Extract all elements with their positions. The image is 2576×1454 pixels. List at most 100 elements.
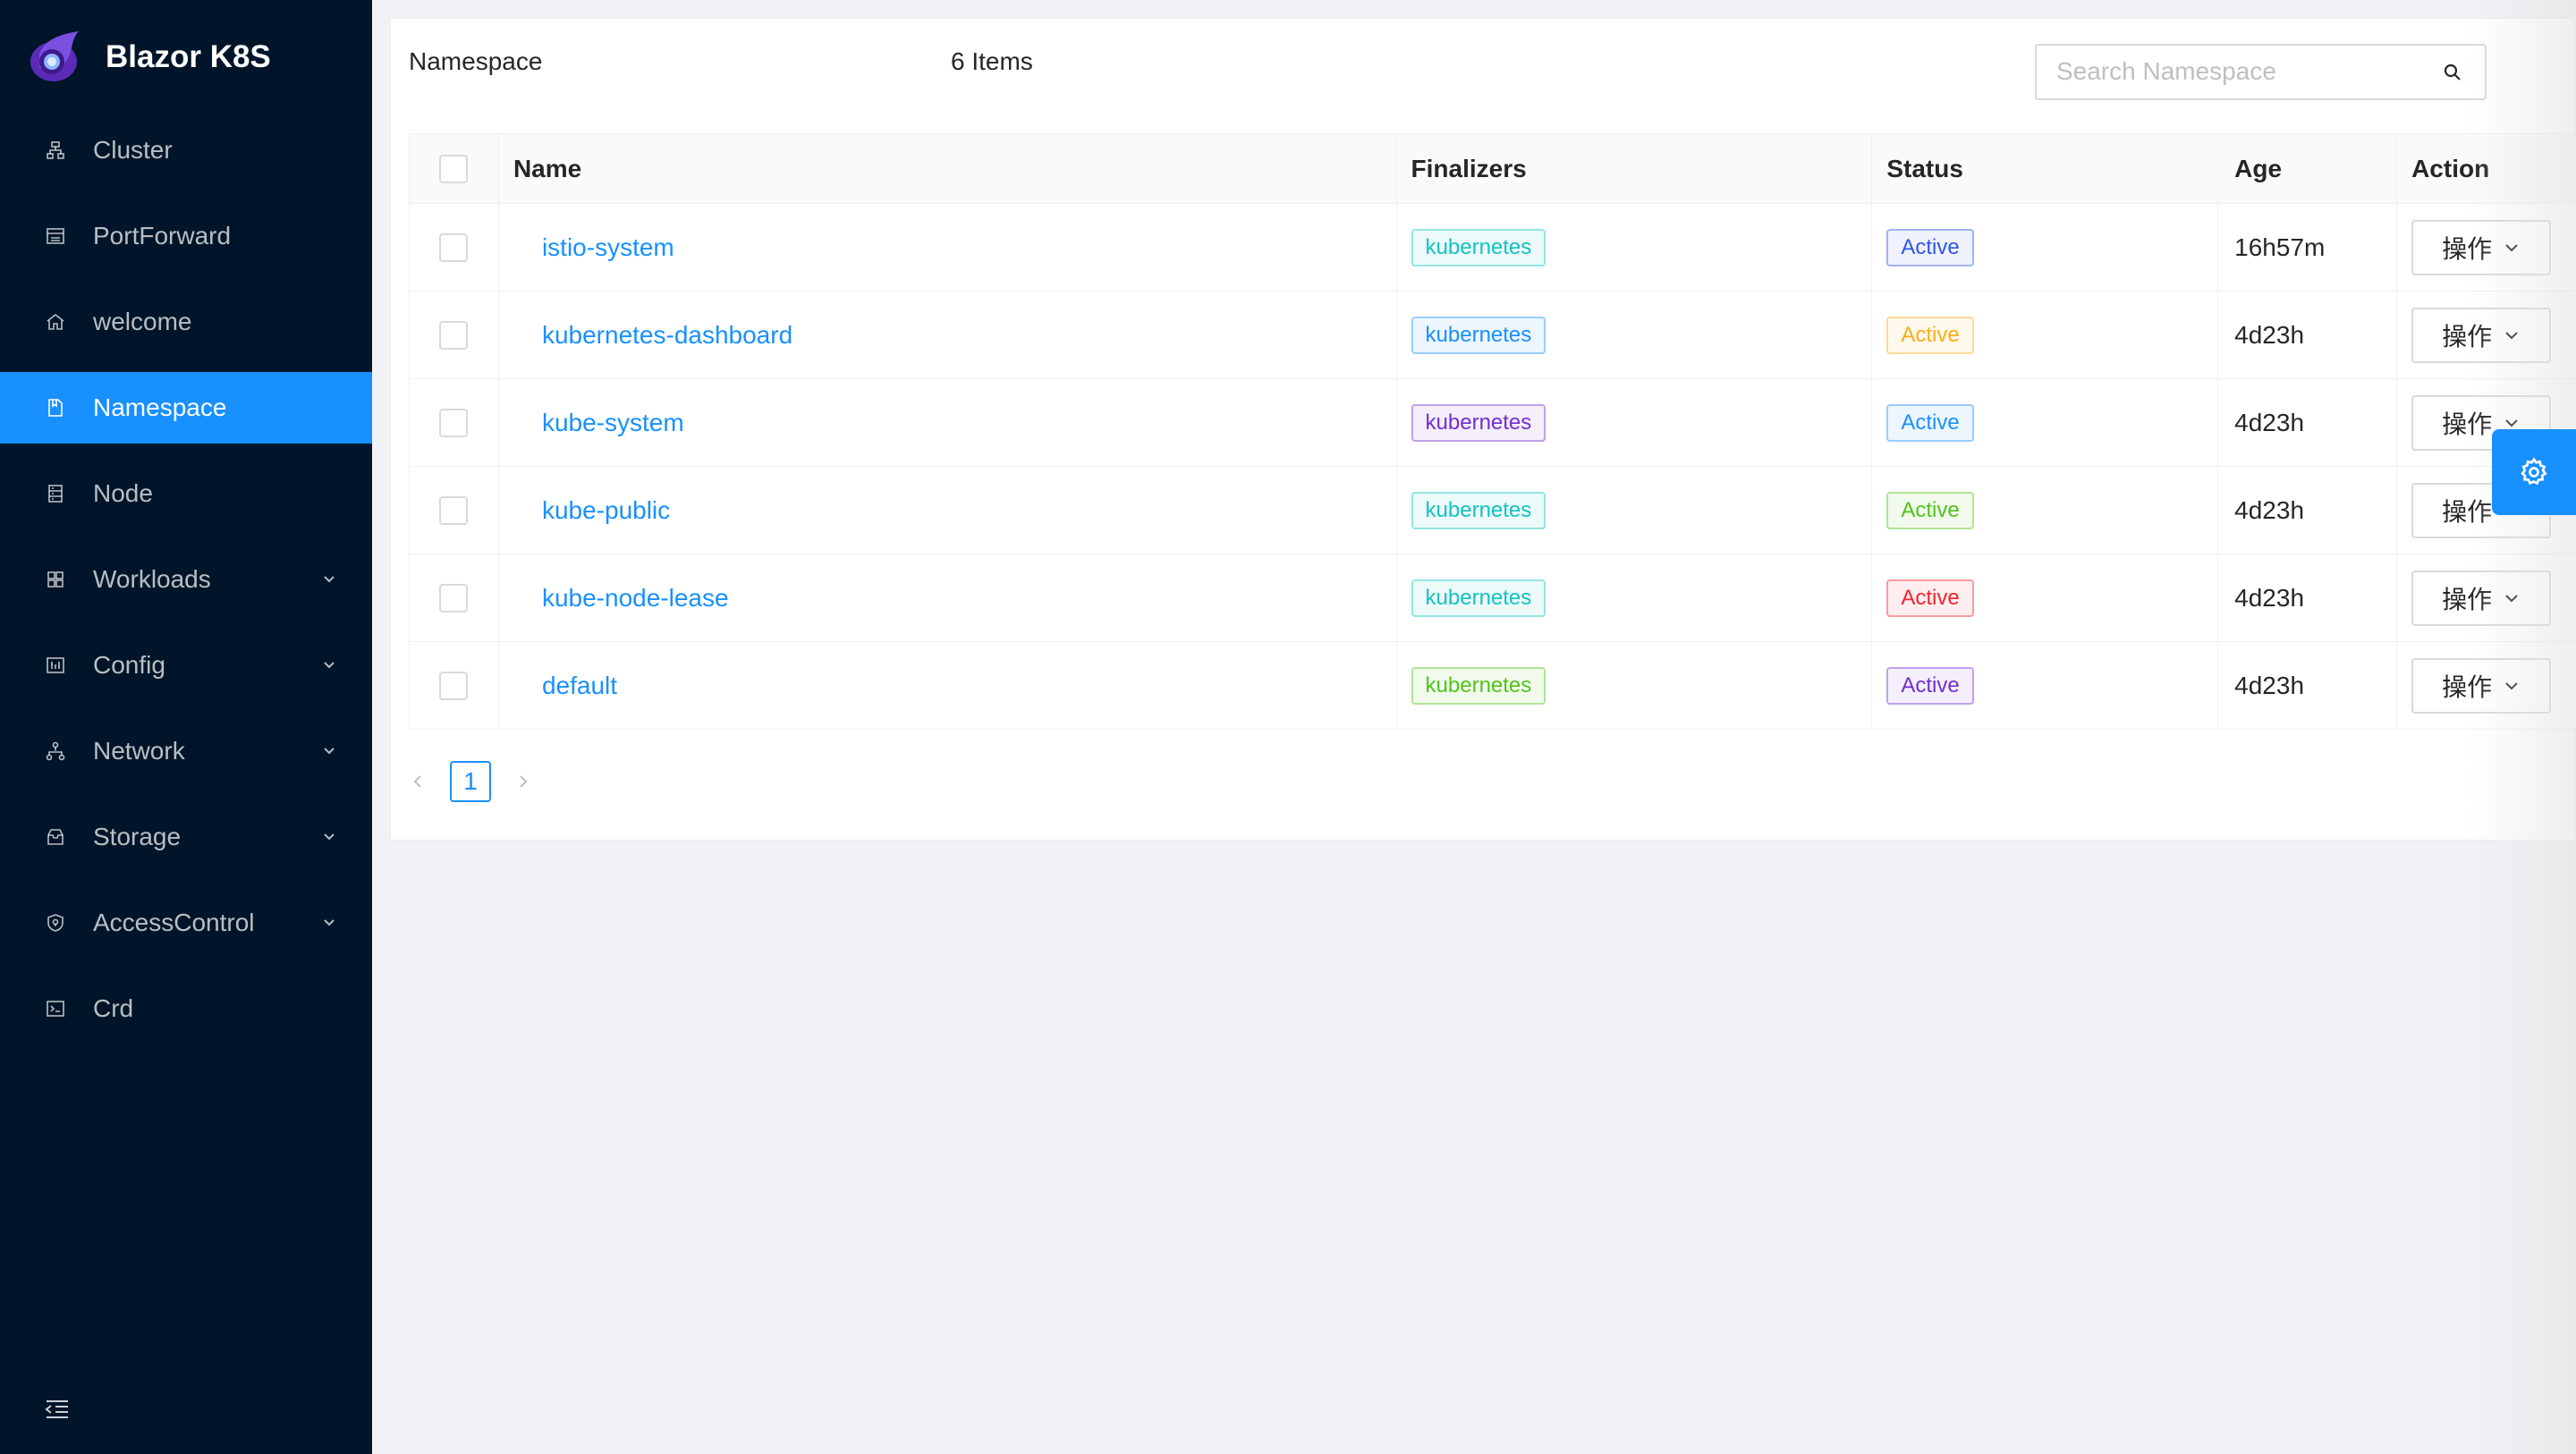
finalizer-tag: kubernetes (1411, 579, 1546, 617)
namespace-name-link[interactable]: kubernetes-dashboard (542, 321, 792, 350)
table-row: kubernetes-dashboard kubernetes Active 4… (410, 292, 2576, 379)
row-checkbox[interactable] (439, 232, 469, 262)
sidebar-item-workloads[interactable]: Workloads (0, 544, 372, 615)
action-label: 操作 (2442, 497, 2493, 526)
age-value: 4d23h (2218, 642, 2398, 729)
row-checkbox[interactable] (439, 671, 469, 700)
sidebar-item-label: Node (93, 479, 153, 507)
action-label: 操作 (2442, 234, 2493, 263)
settings-button[interactable] (2492, 429, 2576, 515)
row-checkbox[interactable] (439, 320, 469, 350)
storage-icon (45, 826, 66, 848)
app-logo[interactable]: Blazor K8S (27, 27, 271, 88)
chevron-down-icon (324, 748, 335, 755)
sidebar-item-node[interactable]: Node (0, 458, 372, 529)
namespace-table: Name Finalizers Status Age Action istio-… (409, 133, 2576, 730)
namespace-name-link[interactable]: kube-public (542, 496, 670, 525)
action-dropdown-button[interactable]: 操作 (2411, 219, 2552, 275)
action-dropdown-button[interactable]: 操作 (2411, 570, 2552, 626)
chevron-down-icon (324, 576, 335, 583)
sidebar-item-portforward[interactable]: PortForward (0, 200, 372, 272)
table-row: default kubernetes Active 4d23h 操作 (410, 642, 2576, 730)
status-badge: Active (1886, 403, 1974, 442)
search-icon[interactable] (2442, 62, 2463, 83)
row-checkbox[interactable] (439, 408, 469, 437)
namespace-name-link[interactable]: istio-system (542, 233, 674, 262)
table-row: kube-node-lease kubernetes Active 4d23h … (410, 554, 2576, 642)
chevron-down-icon (324, 662, 335, 669)
chevron-down-icon (2505, 331, 2518, 339)
table-row: kube-system kubernetes Active 4d23h 操作 (410, 379, 2576, 467)
status-badge: Active (1886, 491, 1974, 529)
app-title: Blazor K8S (106, 39, 271, 74)
namespace-icon (45, 397, 66, 418)
sidebar-item-accesscontrol[interactable]: AccessControl (0, 887, 372, 959)
node-icon (45, 483, 66, 504)
access-control-icon (45, 912, 66, 934)
config-icon (45, 655, 66, 676)
action-dropdown-button[interactable]: 操作 (2411, 307, 2552, 363)
chevron-down-icon (2505, 594, 2518, 602)
sidebar-item-label: Config (93, 651, 165, 679)
sidebar-item-label: Storage (93, 823, 182, 850)
sidebar-item-label: AccessControl (93, 909, 255, 936)
age-value: 4d23h (2218, 554, 2398, 641)
action-label: 操作 (2442, 322, 2493, 351)
column-header-age[interactable]: Age (2218, 134, 2398, 203)
sidebar-item-label: welcome (93, 308, 192, 335)
sidebar-item-welcome[interactable]: welcome (0, 286, 372, 358)
namespace-panel: Namespace 6 Items Name Finalizers Status… (390, 18, 2576, 841)
age-value: 4d23h (2218, 292, 2398, 378)
search-input[interactable] (2037, 46, 2421, 97)
sidebar-item-label: Crd (93, 994, 134, 1022)
sidebar-item-config[interactable]: Config (0, 630, 372, 701)
chevron-right-icon[interactable] (514, 773, 532, 790)
row-checkbox[interactable] (439, 583, 469, 613)
column-header-name[interactable]: Name (499, 134, 1397, 203)
home-icon (45, 311, 66, 333)
status-badge: Active (1886, 666, 1974, 705)
age-value: 16h57m (2218, 204, 2398, 291)
finalizer-tag: kubernetes (1411, 403, 1546, 442)
chevron-down-icon (324, 919, 335, 926)
column-header-finalizers[interactable]: Finalizers (1397, 134, 1873, 203)
sidebar-item-label: Namespace (93, 393, 227, 421)
chevron-left-icon[interactable] (409, 773, 427, 790)
age-value: 4d23h (2218, 379, 2398, 466)
sidebar-item-network[interactable]: Network (0, 715, 372, 787)
workloads-icon (45, 569, 66, 590)
status-badge: Active (1886, 316, 1974, 354)
namespace-name-link[interactable]: kube-node-lease (542, 584, 729, 613)
search-box (2035, 44, 2487, 100)
row-checkbox[interactable] (439, 495, 469, 525)
sidebar: Blazor K8S Cluster PortForward welcome N… (0, 0, 372, 1454)
column-header-status[interactable]: Status (1872, 134, 2219, 203)
select-all-checkbox[interactable] (439, 154, 469, 183)
namespace-name-link[interactable]: default (542, 672, 617, 700)
table-row: kube-public kubernetes Active 4d23h 操作 (410, 467, 2576, 554)
finalizer-tag: kubernetes (1411, 228, 1546, 266)
namespace-name-link[interactable]: kube-system (542, 409, 684, 437)
sidebar-item-cluster[interactable]: Cluster (0, 114, 372, 186)
status-badge: Active (1886, 228, 1974, 266)
finalizer-tag: kubernetes (1411, 666, 1546, 705)
page-number-current[interactable]: 1 (450, 761, 491, 802)
finalizer-tag: kubernetes (1411, 491, 1546, 529)
port-forward-icon (45, 225, 66, 247)
status-badge: Active (1886, 579, 1974, 617)
gear-icon (2521, 457, 2547, 486)
page-title: Namespace (409, 47, 543, 75)
sidebar-item-label: Cluster (93, 136, 173, 164)
sidebar-item-namespace[interactable]: Namespace (0, 372, 372, 444)
action-dropdown-button[interactable]: 操作 (2411, 657, 2552, 714)
chevron-down-icon (324, 833, 335, 841)
blazor-logo-icon (30, 31, 79, 81)
chevron-down-icon (2505, 681, 2518, 689)
sidebar-item-label: Network (93, 737, 185, 765)
item-count: 6 Items (951, 47, 1033, 75)
crd-icon (45, 998, 66, 1019)
table-row: istio-system kubernetes Active 16h57m 操作 (410, 204, 2576, 292)
menu-fold-icon[interactable] (45, 1399, 70, 1420)
sidebar-item-crd[interactable]: Crd (0, 973, 372, 1044)
sidebar-item-storage[interactable]: Storage (0, 801, 372, 873)
